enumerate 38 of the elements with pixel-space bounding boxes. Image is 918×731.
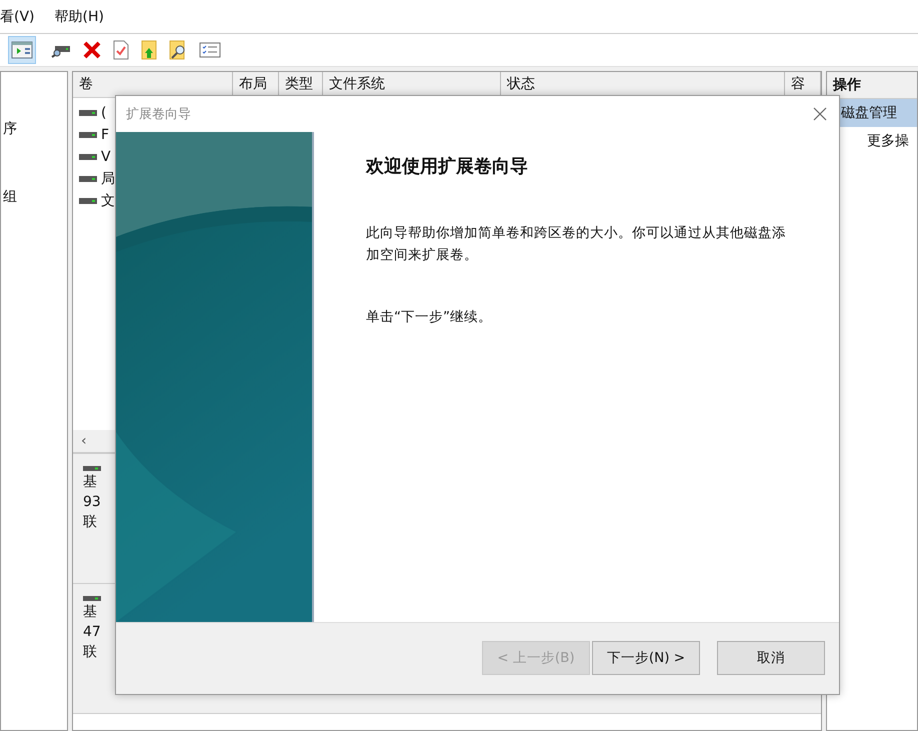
dialog-title: 扩展卷向导 bbox=[126, 106, 191, 123]
disk-label: 基 bbox=[83, 473, 97, 492]
wizard-heading: 欢迎使用扩展卷向导 bbox=[366, 154, 529, 178]
wizard-text: 单击“下一步”继续。 bbox=[366, 308, 493, 327]
tree-item[interactable]: 组 bbox=[3, 188, 67, 206]
volume-name: 文 bbox=[101, 192, 115, 210]
drive-icon bbox=[79, 197, 97, 205]
actions-header: 操作 bbox=[827, 72, 917, 99]
delete-icon bbox=[83, 41, 101, 59]
drive-icon bbox=[83, 596, 101, 602]
document-check-icon bbox=[113, 40, 129, 60]
view-toolbar-button[interactable] bbox=[8, 36, 36, 64]
checklist-icon bbox=[199, 42, 221, 58]
wizard-button[interactable]: 下一步(N) > bbox=[592, 641, 700, 676]
volume-name: ( bbox=[101, 105, 106, 121]
disk-label: 联 bbox=[83, 513, 97, 532]
volume-name: F bbox=[101, 127, 110, 143]
wizard-button[interactable]: 取消 bbox=[717, 641, 825, 676]
menu-item[interactable]: 看(V) bbox=[0, 8, 35, 26]
disk-label: 47 bbox=[83, 623, 101, 642]
window-icon bbox=[11, 41, 33, 59]
tree-item[interactable]: 序 bbox=[3, 120, 67, 138]
wizard-text: 此向导帮助你增加简单卷和跨区卷的大小。你可以通过从其他磁盘添加空间来扩展卷。 bbox=[366, 224, 786, 265]
disk-label: 联 bbox=[83, 643, 97, 662]
drive-icon bbox=[79, 109, 97, 117]
folder-up-icon bbox=[141, 40, 157, 60]
volume-name: 局 bbox=[101, 170, 115, 188]
scroll-left-button[interactable]: ‹ bbox=[73, 433, 95, 449]
disk-label: 基 bbox=[83, 603, 97, 622]
drive-icon bbox=[83, 466, 101, 472]
drive-icon bbox=[79, 131, 97, 139]
drive-icon bbox=[79, 153, 97, 161]
disk-label: 93 bbox=[83, 493, 101, 512]
volume-name: V bbox=[101, 149, 111, 165]
close-icon[interactable] bbox=[813, 106, 827, 121]
menu-item[interactable]: 帮助(H) bbox=[54, 8, 104, 26]
folder-search-icon bbox=[169, 40, 187, 60]
drive-icon bbox=[79, 175, 97, 183]
